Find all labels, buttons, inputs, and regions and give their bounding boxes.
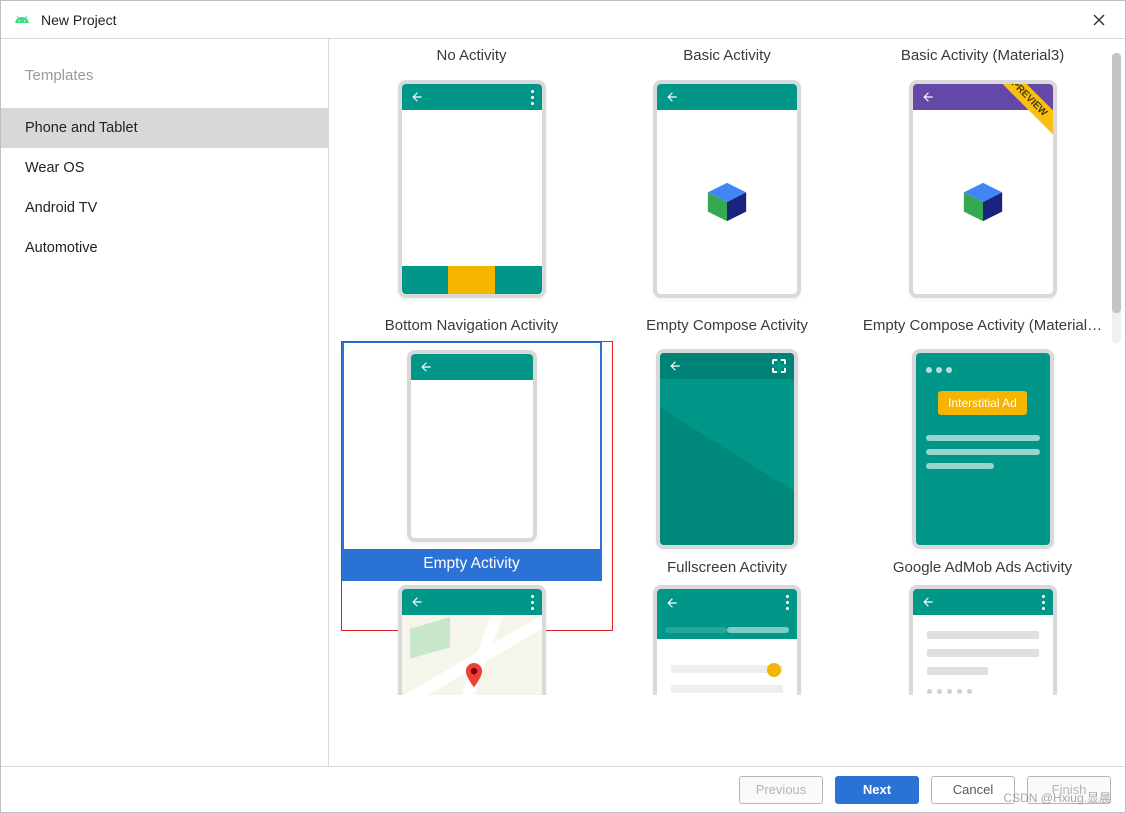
sidebar: Templates Phone and Tablet Wear OS Andro… — [1, 39, 329, 767]
sidebar-item-label: Phone and Tablet — [25, 120, 138, 136]
back-arrow-icon — [410, 595, 424, 609]
android-icon — [13, 11, 31, 29]
wizard-footer: Previous Next Cancel Finish — [1, 766, 1125, 812]
back-arrow-icon — [410, 90, 424, 104]
template-label: Empty Activity — [344, 549, 600, 579]
sidebar-item-label: Wear OS — [25, 160, 84, 176]
sidebar-heading: Templates — [1, 63, 328, 108]
finish-button[interactable]: Finish — [1027, 776, 1111, 804]
overflow-menu-icon — [786, 595, 789, 610]
close-button[interactable] — [1079, 1, 1119, 38]
template-empty-compose[interactable]: Empty Compose Activity — [604, 311, 850, 337]
back-arrow-icon — [419, 360, 433, 374]
back-arrow-icon — [665, 90, 679, 104]
jetpack-cube-icon — [704, 179, 750, 225]
template-basic-activity[interactable]: Basic Activity — [604, 41, 850, 311]
sidebar-item-label: Automotive — [25, 240, 98, 256]
template-preview: PREVIEW — [853, 67, 1113, 311]
sidebar-item-wear-os[interactable]: Wear OS — [1, 148, 328, 188]
window-title: New Project — [41, 12, 1079, 28]
sidebar-item-automotive[interactable]: Automotive — [1, 228, 328, 268]
fullscreen-icon — [772, 359, 786, 373]
overflow-menu-icon — [1042, 595, 1045, 610]
template-label: Basic Activity — [683, 45, 771, 67]
close-icon — [1093, 14, 1105, 26]
map-preview-icon — [402, 615, 542, 695]
template-maps-activity[interactable] — [349, 581, 595, 695]
overflow-menu-icon — [531, 90, 534, 105]
template-empty-activity[interactable]: Empty Activity — [349, 337, 595, 581]
template-gallery: No Activity Basic Activity — [329, 39, 1125, 767]
template-bottom-navigation[interactable]: Bottom Navigation Activity — [349, 311, 595, 337]
scrollbar-thumb[interactable] — [1112, 53, 1121, 313]
template-selected-frame: Empty Activity — [342, 341, 602, 581]
template-preview: Interstitial Ad — [853, 341, 1113, 557]
sidebar-item-android-tv[interactable]: Android TV — [1, 188, 328, 228]
cancel-button[interactable]: Cancel — [931, 776, 1015, 804]
template-preview — [853, 585, 1113, 695]
template-label: Empty Compose Activity (Material… — [863, 315, 1102, 337]
template-preview — [342, 67, 602, 311]
fab-icon — [767, 663, 781, 677]
template-basic-activity-m3[interactable]: Basic Activity (Material3) PREVIEW — [860, 41, 1106, 311]
template-preview — [597, 67, 857, 311]
sidebar-item-label: Android TV — [25, 200, 97, 216]
template-admob-activity[interactable]: Interstitial Ad Google AdMob Ads Activit… — [860, 337, 1106, 581]
sidebar-item-phone-tablet[interactable]: Phone and Tablet — [1, 108, 328, 148]
back-arrow-icon — [665, 596, 679, 610]
bottom-nav-icon — [402, 266, 542, 294]
template-fullscreen-activity[interactable]: Fullscreen Activity — [604, 337, 850, 581]
jetpack-cube-icon — [960, 179, 1006, 225]
back-arrow-icon — [668, 359, 682, 373]
template-preview — [597, 585, 857, 695]
title-bar: New Project — [1, 1, 1125, 39]
template-primary-detail-activity[interactable] — [860, 581, 1106, 695]
template-label: Basic Activity (Material3) — [901, 45, 1064, 67]
template-label: Empty Compose Activity — [646, 315, 808, 337]
previous-button[interactable]: Previous — [739, 776, 823, 804]
template-login-activity[interactable] — [604, 581, 850, 695]
template-preview — [597, 341, 857, 557]
template-label: Fullscreen Activity — [667, 557, 787, 579]
map-pin-icon — [464, 663, 484, 689]
ad-label: Interstitial Ad — [938, 391, 1027, 415]
next-button[interactable]: Next — [835, 776, 919, 804]
template-label: Bottom Navigation Activity — [385, 315, 558, 337]
template-label: Google AdMob Ads Activity — [893, 557, 1072, 579]
back-arrow-icon — [921, 595, 935, 609]
overflow-menu-icon — [531, 595, 534, 610]
back-arrow-icon — [921, 90, 935, 104]
template-label: No Activity — [436, 45, 506, 67]
template-preview — [342, 585, 602, 695]
template-empty-compose-m3[interactable]: Empty Compose Activity (Material… — [860, 311, 1106, 337]
template-no-activity[interactable]: No Activity — [349, 41, 595, 311]
